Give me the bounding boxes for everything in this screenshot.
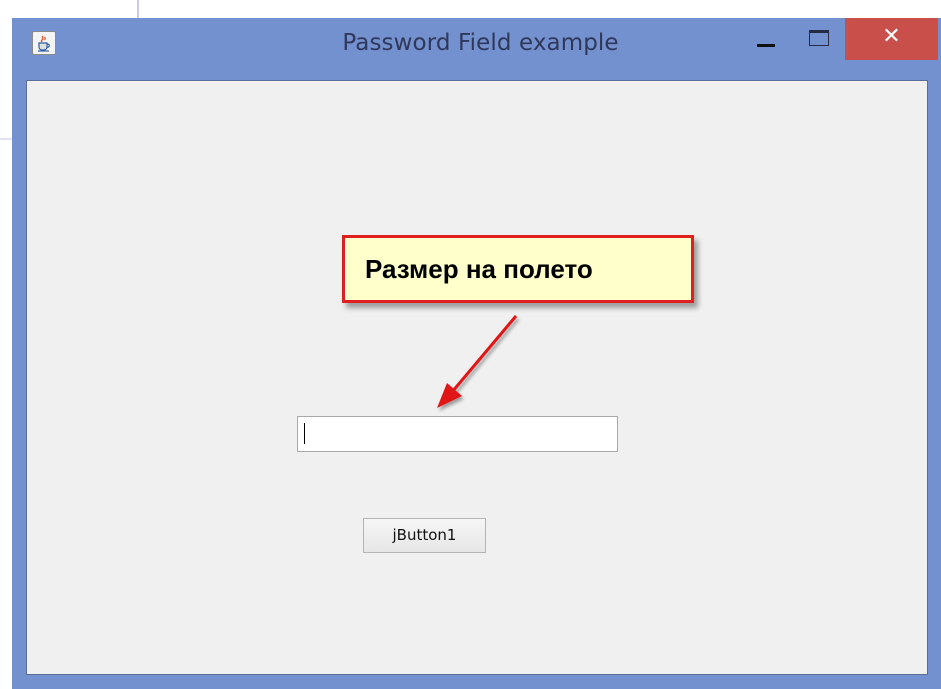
red-arrow-icon	[437, 315, 518, 408]
text-caret	[304, 423, 305, 444]
password-field[interactable]	[297, 416, 618, 452]
screenshot: Password Field example ✕ Размер на полет…	[0, 0, 941, 689]
jbutton1-button[interactable]: jButton1	[363, 518, 486, 553]
